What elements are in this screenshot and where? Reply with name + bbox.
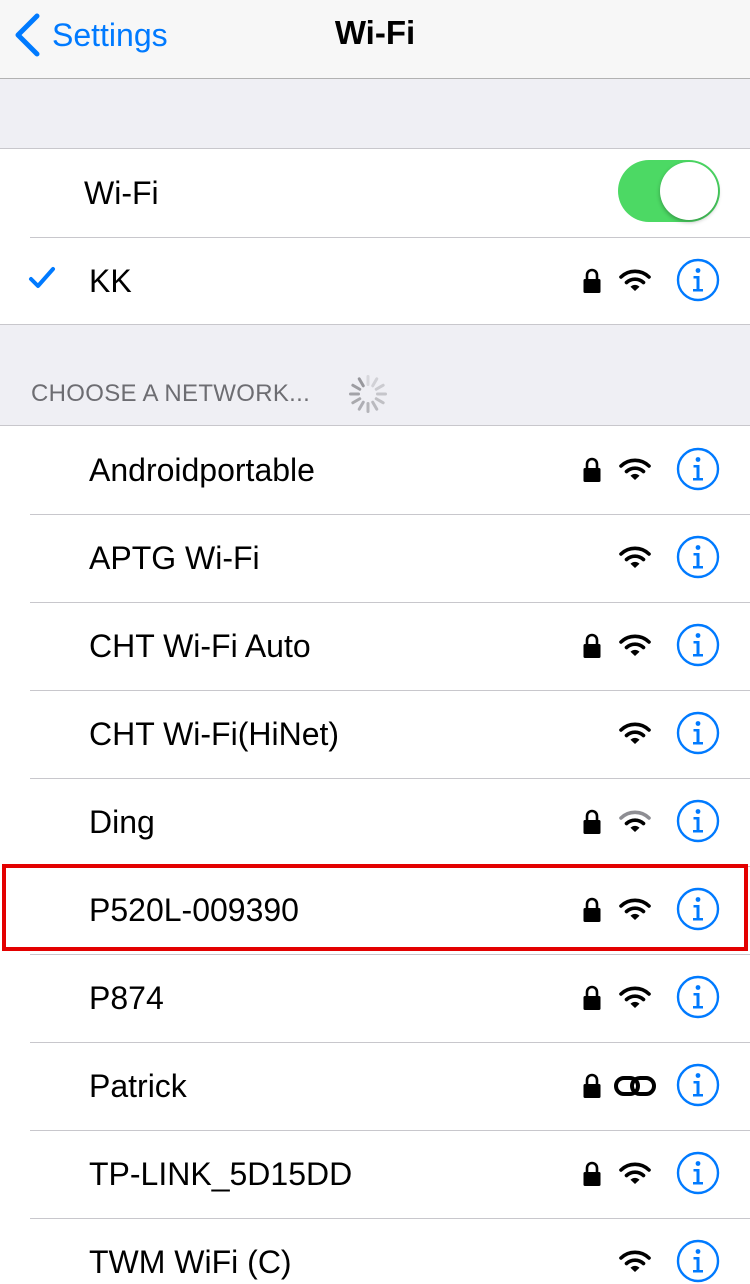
connected-network-name: KK <box>89 263 132 299</box>
lock-icon <box>583 1073 601 1098</box>
wifi-signal-icon <box>619 986 651 1008</box>
network-name: P520L-009390 <box>89 892 299 928</box>
info-button[interactable] <box>676 1239 720 1283</box>
network-name: APTG Wi-Fi <box>89 540 260 576</box>
wifi-signal-icon <box>619 1250 651 1272</box>
lock-icon <box>583 985 601 1010</box>
info-button[interactable] <box>676 975 720 1019</box>
info-button[interactable] <box>676 535 720 579</box>
link-icon <box>614 1076 656 1096</box>
network-name: CHT Wi-Fi(HiNet) <box>89 716 340 752</box>
section-header-choose-network: CHOOSE A NETWORK... <box>31 380 311 407</box>
info-button[interactable] <box>676 258 720 302</box>
info-button[interactable] <box>676 1063 720 1107</box>
network-name: Androidportable <box>89 452 315 488</box>
toggle-knob <box>660 162 718 220</box>
wifi-signal-icon <box>619 269 651 291</box>
network-name: P874 <box>89 980 164 1016</box>
checkmark-icon <box>29 267 55 288</box>
wifi-signal-icon <box>619 634 651 656</box>
wifi-signal-icon <box>619 546 651 568</box>
lock-icon <box>583 457 601 482</box>
wifi-signal-icon <box>619 722 651 744</box>
wifi-signal-icon <box>619 458 651 480</box>
network-name: Ding <box>89 804 155 840</box>
lock-icon <box>583 1161 601 1186</box>
network-name: Patrick <box>89 1068 187 1104</box>
info-button[interactable] <box>676 1151 720 1195</box>
page-title: Wi-Fi <box>334 14 416 51</box>
network-name: CHT Wi-Fi Auto <box>89 628 311 664</box>
info-button[interactable] <box>676 711 720 755</box>
wifi-toggle-label: Wi-Fi <box>84 175 159 211</box>
navigation-bar: Settings Wi-Fi <box>0 0 750 79</box>
info-button[interactable] <box>676 447 720 491</box>
info-button[interactable] <box>676 623 720 667</box>
loading-spinner-icon <box>349 375 387 413</box>
info-button[interactable] <box>676 799 720 843</box>
network-name: TWM WiFi (C) <box>89 1244 292 1280</box>
lock-icon <box>583 268 601 293</box>
info-button[interactable] <box>676 887 720 931</box>
network-name: TP-LINK_5D15DD <box>89 1156 353 1192</box>
lock-icon <box>583 809 601 834</box>
lock-icon <box>583 897 601 922</box>
lock-icon <box>583 633 601 658</box>
wifi-signal-icon <box>619 810 651 832</box>
wifi-signal-icon <box>619 898 651 920</box>
wifi-toggle-switch[interactable] <box>618 160 720 222</box>
wifi-signal-icon <box>619 1162 651 1184</box>
